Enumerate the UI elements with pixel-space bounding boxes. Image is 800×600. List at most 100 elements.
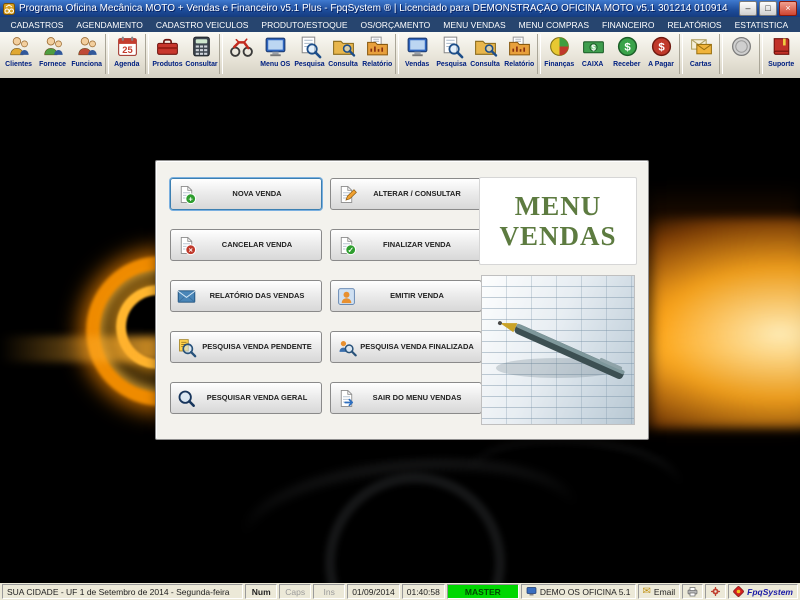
menu-item-label: ESTATISTICA bbox=[735, 20, 789, 30]
monitor-icon bbox=[405, 34, 430, 59]
menu-item-cadastros[interactable]: CADASTROS bbox=[4, 20, 70, 30]
dialog-button-sair-menu-vendas[interactable]: SAIR DO MENU VENDAS bbox=[330, 382, 482, 414]
menu-item-agendamento[interactable]: AGENDAMENTO bbox=[70, 20, 149, 30]
dialog-button-label: NOVA VENDA bbox=[199, 190, 321, 198]
toolbar-button-label: Relatório bbox=[362, 59, 392, 67]
toolbar-button-label: Produtos bbox=[152, 59, 182, 67]
status-bar: SUA CIDADE - UF 1 de Setembro de 2014 - … bbox=[0, 583, 800, 600]
toolbar-button-funcionarios[interactable]: Funciona bbox=[70, 33, 104, 68]
toolbar-button-receber[interactable]: $Receber bbox=[610, 33, 644, 68]
toolbar-button-caixa[interactable]: $CAIXA bbox=[576, 33, 610, 68]
menu-item-menu-vendas[interactable]: MENU VENDAS bbox=[437, 20, 512, 30]
cash-icon: $ bbox=[581, 34, 606, 59]
background-light-streak bbox=[0, 336, 165, 362]
toolbar-button-produtos[interactable]: Produtos bbox=[150, 33, 184, 68]
dialog-button-alterar-consultar[interactable]: ALTERAR / CONSULTAR bbox=[330, 178, 482, 210]
toolbar-button-consulta-vendas[interactable]: Consulta bbox=[468, 33, 502, 68]
close-button[interactable]: × bbox=[779, 1, 797, 16]
toolbar-button-label: Clientes bbox=[6, 59, 33, 67]
search-doc-icon bbox=[297, 34, 322, 59]
toolbar-button-cartas[interactable]: Cartas bbox=[684, 33, 718, 68]
toolbar-button-consulta-os[interactable]: Consulta bbox=[326, 33, 360, 68]
menu-item-financeiro[interactable]: FINANCEIRO bbox=[596, 20, 661, 30]
menu-item-produto-estoque[interactable]: PRODUTO/ESTOQUE bbox=[255, 20, 354, 30]
svg-text:$: $ bbox=[591, 43, 596, 52]
pie-chart-icon bbox=[547, 34, 572, 59]
status-email[interactable]: ✉ Email bbox=[638, 584, 681, 599]
toolbar-button-a-pagar[interactable]: $A Pagar bbox=[644, 33, 678, 68]
title-bar: Programa Oficina Mecânica MOTO + Vendas … bbox=[0, 0, 800, 17]
status-settings-button[interactable] bbox=[705, 584, 726, 599]
toolbar-button-relatorio-vendas[interactable]: Relatório bbox=[502, 33, 536, 68]
svg-text:+: + bbox=[189, 194, 194, 203]
toolbar-button-moto[interactable] bbox=[224, 33, 258, 59]
dialog-button-grid: + NOVA VENDA ALTERAR / CONSULTAR×CANCELAR … bbox=[170, 178, 482, 414]
status-brand: FpqSystem bbox=[728, 584, 798, 599]
toolbar-button-agenda[interactable]: 25Agenda bbox=[110, 33, 144, 68]
menu-item-label: RELATÓRIOS bbox=[667, 20, 721, 30]
application-window: Programa Oficina Mecânica MOTO + Vendas … bbox=[0, 0, 800, 600]
dialog-title-line1: MENU bbox=[515, 191, 602, 221]
person-red-icon bbox=[75, 34, 100, 59]
doc-new-icon: + bbox=[176, 184, 197, 205]
menu-item-label: FINANCEIRO bbox=[602, 20, 654, 30]
dialog-button-cancelar-venda[interactable]: ×CANCELAR VENDA bbox=[170, 229, 322, 261]
toolbar-button-suporte[interactable]: Suporte bbox=[764, 33, 798, 68]
toolbar-button-label: Finanças bbox=[544, 59, 574, 67]
toolbar-separator bbox=[395, 34, 399, 74]
status-num-lock: Num bbox=[245, 584, 277, 599]
dialog-title: MENU VENDAS bbox=[499, 191, 616, 251]
background-reflection-arc-2 bbox=[467, 431, 682, 529]
toolbar-button-financas[interactable]: Finanças bbox=[542, 33, 576, 68]
dialog-button-pesquisar-venda-geral[interactable]: PESQUISAR VENDA GERAL bbox=[170, 382, 322, 414]
status-printer-button[interactable] bbox=[682, 584, 703, 599]
dialog-button-label: PESQUISA VENDA FINALIZADA bbox=[359, 343, 481, 351]
menu-item-ferramentas[interactable]: FERRAMENTAS bbox=[795, 20, 800, 30]
toolbar-button-vendas[interactable]: Vendas bbox=[400, 33, 434, 68]
toolbar-button-relatorio-os[interactable]: Relatório bbox=[360, 33, 394, 68]
toolbar-button-label: Pesquisa bbox=[436, 59, 466, 67]
toolbar-button-label: Pesquisa bbox=[294, 59, 324, 67]
toolbar-separator bbox=[537, 34, 541, 74]
svg-text:$: $ bbox=[658, 42, 665, 54]
menu-item-relatorios[interactable]: RELATÓRIOS bbox=[661, 20, 728, 30]
toolbar-button-consultar[interactable]: Consultar bbox=[184, 33, 218, 68]
menu-item-label: AGENDAMENTO bbox=[76, 20, 142, 30]
folder-search-icon bbox=[331, 34, 356, 59]
toolbar-button-pesquisa-vendas[interactable]: Pesquisa bbox=[434, 33, 468, 68]
toolbar-button-pesquisa-os[interactable]: Pesquisa bbox=[292, 33, 326, 68]
window-controls: – □ × bbox=[739, 1, 797, 16]
status-insert: Ins bbox=[313, 584, 345, 599]
dialog-button-pesquisa-venda-pendente[interactable]: PESQUISA VENDA PENDENTE bbox=[170, 331, 322, 363]
menu-item-os-orcamento[interactable]: OS/ORÇAMENTO bbox=[354, 20, 437, 30]
dialog-button-label: CANCELAR VENDA bbox=[199, 241, 321, 249]
dialog-button-finalizar-venda[interactable]: ✓FINALIZAR VENDA bbox=[330, 229, 482, 261]
toolbar-button-menu-os[interactable]: Menu OS bbox=[258, 33, 292, 68]
dialog-button-relatorio-das-vendas[interactable]: RELATÓRIO DAS VENDAS bbox=[170, 280, 322, 312]
minimize-button[interactable]: – bbox=[739, 1, 757, 16]
menu-item-estatistica[interactable]: ESTATISTICA bbox=[728, 20, 795, 30]
report-folder-icon bbox=[365, 34, 390, 59]
dialog-button-emitir-venda[interactable]: EMITIR VENDA bbox=[330, 280, 482, 312]
gear-icon bbox=[710, 586, 721, 597]
toolbar-button-clientes[interactable]: Clientes bbox=[2, 33, 36, 68]
folder-search-icon bbox=[473, 34, 498, 59]
person-window-icon bbox=[336, 286, 357, 307]
menu-item-cadastro-veiculos[interactable]: CADASTRO VEICULOS bbox=[149, 20, 255, 30]
mail-report-icon bbox=[176, 286, 197, 307]
search-person-icon bbox=[336, 337, 357, 358]
toolbar-button-label: Consulta bbox=[328, 59, 358, 67]
letters-icon bbox=[689, 34, 714, 59]
toolbar-button-label: Relatório bbox=[504, 59, 534, 67]
toolbar: ClientesForneceFunciona25AgendaProdutosC… bbox=[0, 32, 800, 80]
status-brand-label: FpqSystem bbox=[747, 587, 793, 597]
maximize-button[interactable]: □ bbox=[759, 1, 777, 16]
toolbar-separator bbox=[719, 34, 723, 74]
toolbar-button-label: Fornece bbox=[40, 59, 67, 67]
dialog-button-nova-venda[interactable]: + NOVA VENDA bbox=[170, 178, 322, 210]
toolbar-button-fornecedores[interactable]: Fornece bbox=[36, 33, 70, 68]
toolbar-separator bbox=[145, 34, 149, 74]
menu-item-menu-compras[interactable]: MENU COMPRAS bbox=[512, 20, 595, 30]
toolbar-button-moeda[interactable] bbox=[724, 33, 758, 59]
dialog-button-pesquisa-venda-finalizada[interactable]: PESQUISA VENDA FINALIZADA bbox=[330, 331, 482, 363]
